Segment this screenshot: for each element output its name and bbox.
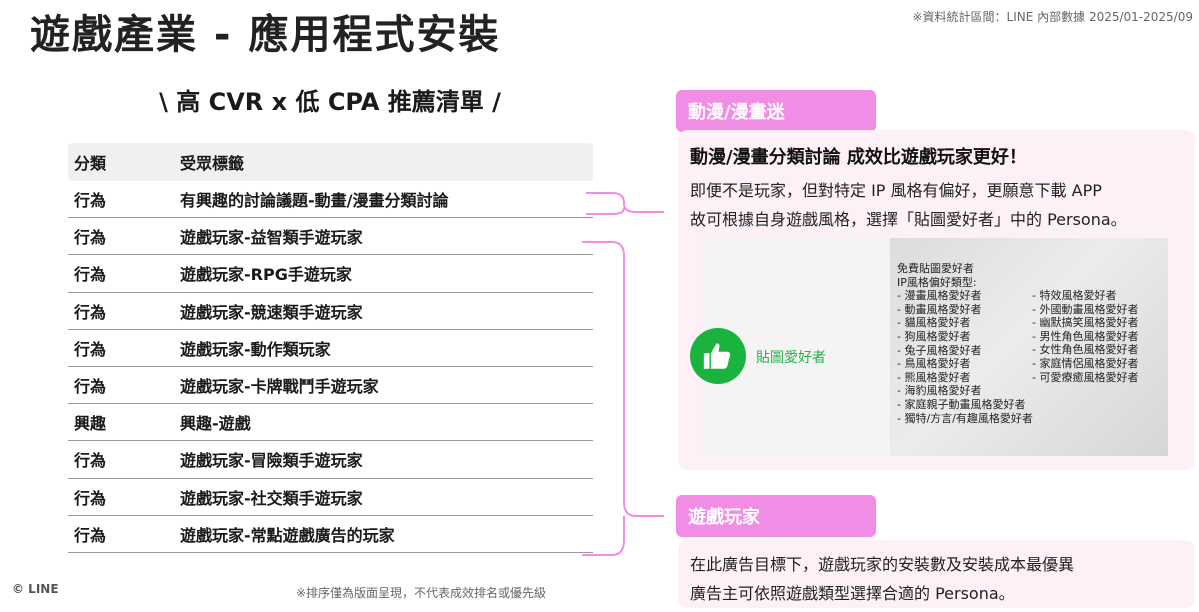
persona-item: - 家庭親子動畫風格愛好者 [897,397,1026,411]
sticker-lovers-label: 貼圖愛好者 [756,350,826,366]
anime-fans-tag: 動漫/漫畫迷 [676,90,876,132]
persona-item: - 女性角色風格愛好者 [1032,343,1139,357]
persona-item: - 海豹風格愛好者 [897,384,982,398]
persona-item: - 動畫風格愛好者 [897,302,982,316]
persona-list-title: 免費貼圖愛好者 [897,262,974,275]
gamers-tag: 遊戲玩家 [676,495,876,537]
persona-item: - 狗風格愛好者 [897,329,971,343]
anime-panel-line-2: 故可根據自身遊戲風格，選擇「貼圖愛好者」中的 Persona。 [690,210,1127,229]
thumbs-up-icon [690,328,746,384]
gamers-panel-line-2: 廣告主可依照遊戲類型選擇合適的 Persona。 [690,584,1015,603]
sticker-persona-list-right: - 特效風格愛好者 - 外國動畫風格愛好者 - 幽默搞笑風格愛好者 - 男性角色… [1032,289,1138,384]
gamer-bracket [582,241,664,556]
persona-item: - 外國動畫風格愛好者 [1032,302,1139,316]
gamers-panel-line-1: 在此廣告目標下，遊戲玩家的安裝數及安裝成本最優異 [690,555,1075,574]
persona-item: - 貓風格愛好者 [897,316,971,330]
persona-item: - 熊風格愛好者 [897,370,971,384]
persona-item: - 男性角色風格愛好者 [1032,329,1139,343]
anime-bracket [586,192,664,215]
persona-item: - 幽默搞笑風格愛好者 [1032,316,1139,330]
persona-item: - 可愛療癒風格愛好者 [1032,370,1139,384]
anime-panel-heading: 動漫/漫畫分類討論 成效比遊戲玩家更好！ [690,147,1027,168]
persona-item: - 兔子風格愛好者 [897,343,982,357]
persona-item: - 漫畫風格愛好者 [897,289,982,303]
persona-item: - 家庭情侶風格愛好者 [1032,356,1139,370]
persona-item: - 獨特/方言/有趣風格愛好者 [897,411,1033,425]
anime-panel-line-1: 即便不是玩家，但對特定 IP 風格有偏好，更願意下載 APP [690,181,1102,200]
persona-item: - 鳥風格愛好者 [897,357,971,371]
sticker-persona-list-left: 免費貼圖愛好者 IP風格偏好類型: - 漫畫風格愛好者 - 動畫風格愛好者 - … [897,262,1033,425]
persona-list-subtitle: IP風格偏好類型: [897,275,977,289]
persona-item: - 特效風格愛好者 [1032,289,1117,302]
